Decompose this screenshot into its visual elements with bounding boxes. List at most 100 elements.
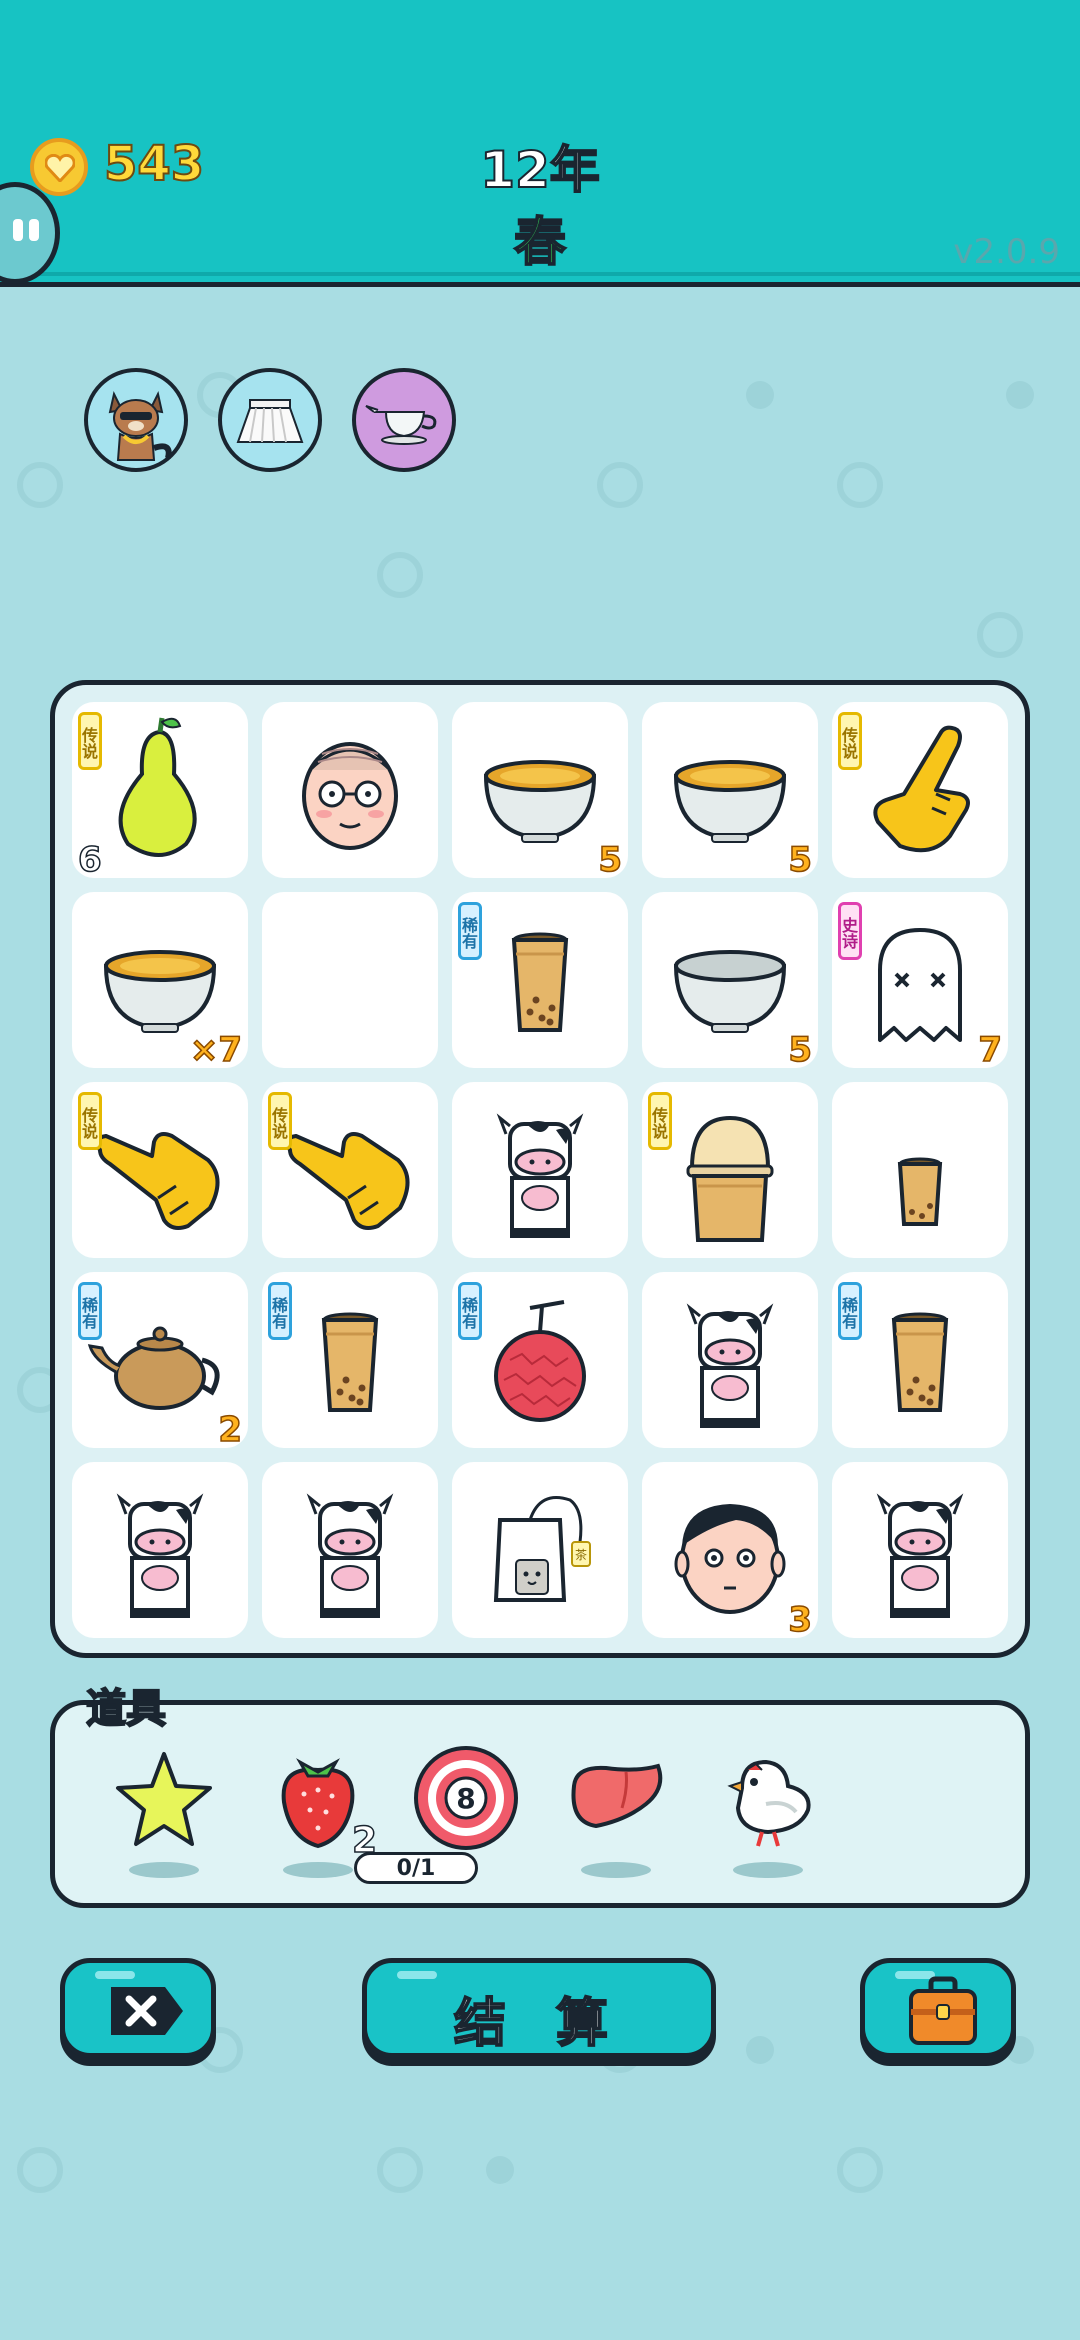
grid-cell-pointing-hand[interactable]: 传说 <box>72 1082 248 1258</box>
rarity-badge: 史诗 <box>838 902 862 960</box>
boy-face-icon <box>674 1504 786 1614</box>
grid-cell-tea-bowl[interactable]: 5 <box>642 702 818 881</box>
small-milk-tea-icon <box>897 1157 943 1226</box>
svg-text:茶: 茶 <box>575 1547 587 1562</box>
tea-bowl-icon <box>483 760 597 843</box>
tea-bowl-icon <box>673 760 787 843</box>
cow-icon <box>876 1493 964 1618</box>
item-white-bird[interactable] <box>716 1748 820 1852</box>
cow-icon <box>116 1493 204 1618</box>
grid-cell-cow[interactable] <box>72 1462 248 1638</box>
item-count: 5 <box>788 839 813 881</box>
backpack-button[interactable] <box>860 1958 1016 2058</box>
year-label: 12年 <box>479 140 601 200</box>
grid-cell-tea-bowl[interactable]: 5 <box>452 702 628 881</box>
item-shadow <box>733 1862 803 1878</box>
item-star[interactable] <box>112 1748 216 1852</box>
milk-tea-cup-icon <box>511 932 569 1032</box>
grid-cell-ghost[interactable]: 史诗 7 <box>832 892 1008 1071</box>
rarity-badge: 稀有 <box>458 1282 482 1340</box>
item-count: 3 <box>788 1599 813 1641</box>
rarity-badge: 稀有 <box>78 1282 102 1340</box>
rarity-badge: 稀有 <box>268 1282 292 1340</box>
rarity-badge: 传说 <box>268 1092 292 1150</box>
grid-cell-empty[interactable] <box>262 892 438 1068</box>
cow-icon <box>306 1493 394 1618</box>
lychee-icon <box>494 1300 586 1422</box>
skirt-icon <box>236 399 304 443</box>
pear-icon <box>118 717 197 857</box>
cow-icon <box>496 1113 584 1238</box>
rarity-badge: 稀有 <box>458 902 482 960</box>
item-shadow <box>283 1862 353 1878</box>
grid-cell-cow[interactable] <box>452 1082 628 1258</box>
big-milk-tea-icon <box>686 1115 774 1242</box>
tea-bag-icon: 茶 <box>493 1496 591 1602</box>
liver-icon <box>571 1763 663 1829</box>
item-target[interactable]: 8 <box>412 1744 520 1852</box>
equip-slot-skirt[interactable] <box>218 368 322 472</box>
target-progress: 0/1 <box>354 1852 478 1884</box>
grid-cell-cow[interactable] <box>262 1462 438 1638</box>
raccoon-icon <box>108 391 172 461</box>
target-icon: 8 <box>414 1746 518 1850</box>
old-man-face-icon <box>302 742 398 850</box>
exit-button[interactable] <box>60 1958 216 2058</box>
grid-cell-milk-tea-cup[interactable]: 稀有 <box>832 1272 1008 1448</box>
grid-cell-milk-tea-cup[interactable]: 稀有 <box>452 892 628 1068</box>
settle-button[interactable]: 结 算 <box>362 1958 716 2058</box>
teapot-icon <box>87 1326 220 1410</box>
white-bird-icon <box>727 1759 811 1847</box>
svg-text:8: 8 <box>456 1782 475 1815</box>
grid-cell-milk-tea-cup[interactable]: 稀有 <box>262 1272 438 1448</box>
grid-cell-pointing-hand[interactable]: 传说 <box>832 702 1008 878</box>
grid-cell-tea-bag[interactable]: 茶 <box>452 1462 628 1638</box>
grid-cell-cow[interactable] <box>832 1462 1008 1638</box>
rarity-badge: 传说 <box>838 712 862 770</box>
item-count: 2 <box>218 1409 243 1451</box>
equip-slot-cream-jug[interactable] <box>352 368 456 472</box>
empty-bowl-icon <box>673 950 787 1033</box>
item-liver[interactable] <box>566 1758 666 1838</box>
milk-tea-cup-icon <box>891 1312 949 1412</box>
item-shadow <box>129 1862 199 1878</box>
milk-tea-cup-icon <box>321 1312 379 1412</box>
item-count: 6 <box>77 839 102 881</box>
pointing-hand-icon <box>285 1132 410 1230</box>
equip-slot-raccoon[interactable] <box>84 368 188 472</box>
settle-label: 结 算 <box>453 1993 625 2055</box>
rarity-badge: 传说 <box>78 1092 102 1150</box>
star-icon <box>116 1752 212 1846</box>
grid-cell-old-man-face[interactable] <box>262 702 438 878</box>
rarity-badge: 传说 <box>648 1092 672 1150</box>
grid-cell-teapot[interactable]: 稀有 2 <box>72 1272 248 1451</box>
grid-cell-cow[interactable] <box>642 1272 818 1448</box>
version-label: v2.0.9 <box>953 232 1060 272</box>
item-count: 7 <box>978 1029 1003 1071</box>
rarity-badge: 传说 <box>78 712 102 770</box>
briefcase-icon <box>909 1976 977 2045</box>
coin-count: 543 <box>103 135 205 193</box>
cow-icon <box>686 1303 774 1428</box>
pointing-hand-icon <box>95 1132 220 1230</box>
grid-cell-empty-bowl[interactable]: 5 <box>642 892 818 1071</box>
items-title: 道具 <box>85 1685 167 1733</box>
grid-cell-pear[interactable]: 传说 6 <box>72 702 248 881</box>
grid-cell-big-milk-tea[interactable]: 传说 <box>642 1082 818 1258</box>
grid-cell-pointing-hand[interactable]: 传说 <box>262 1082 438 1258</box>
cream-jug-icon <box>365 405 437 445</box>
item-count: 5 <box>788 1029 813 1071</box>
pointing-hand-icon <box>873 725 970 853</box>
ghost-icon <box>878 928 962 1042</box>
grid-cell-lychee[interactable]: 稀有 <box>452 1272 628 1448</box>
season-label: 春 <box>513 212 567 274</box>
item-shadow <box>581 1862 651 1878</box>
grid-cell-tea-bowl[interactable]: ×7 <box>72 892 248 1071</box>
close-icon <box>111 1987 183 2035</box>
grid-cell-boy-face[interactable]: 3 <box>642 1462 818 1641</box>
coin-icon <box>30 138 88 196</box>
rarity-badge: 稀有 <box>838 1282 862 1340</box>
grid-cell-small-milk-tea[interactable] <box>832 1082 1008 1258</box>
item-count: 5 <box>598 839 623 881</box>
item-count: ×7 <box>189 1029 243 1071</box>
